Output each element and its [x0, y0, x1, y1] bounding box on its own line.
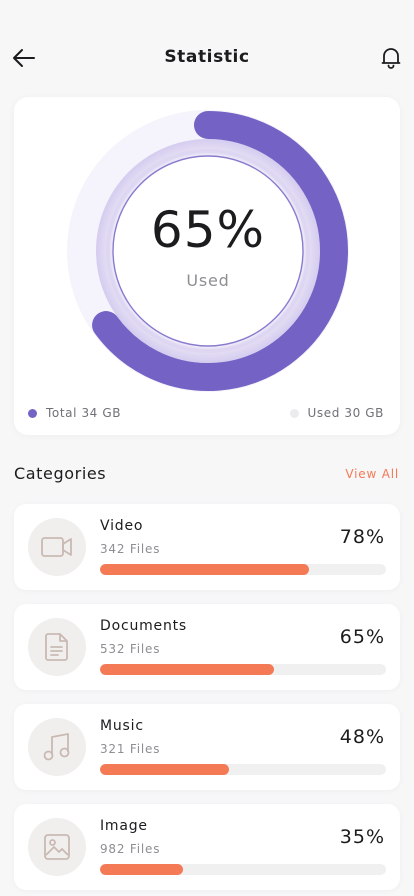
category-file-count: 532 Files: [100, 642, 161, 656]
category-progress-fill: [100, 664, 275, 675]
page-title: Statistic: [164, 47, 250, 67]
category-name: Music: [100, 718, 144, 734]
category-progress-track: [100, 764, 386, 775]
category-progress-track: [100, 864, 386, 875]
notification-button[interactable]: [378, 45, 404, 71]
category-percent: 78%: [339, 526, 385, 548]
category-icon-circle: [28, 818, 86, 876]
document-icon: [45, 633, 68, 661]
category-percent: 35%: [339, 826, 385, 848]
categories-heading: Categories: [14, 464, 107, 483]
music-note-icon: [43, 733, 70, 761]
category-file-count: 342 Files: [100, 542, 161, 556]
category-progress-fill: [100, 864, 183, 875]
category-card-documents[interactable]: Documents 532 Files 65%: [14, 604, 400, 690]
category-percent: 48%: [339, 726, 385, 748]
category-card-video[interactable]: Video 342 Files 78%: [14, 504, 400, 590]
category-name: Documents: [100, 618, 188, 634]
category-percent: 65%: [339, 626, 385, 648]
legend-total-label: Total 34 GB: [46, 406, 122, 420]
used-percent: 65%: [150, 200, 266, 259]
category-progress-fill: [100, 764, 229, 775]
legend-total: Total 34 GB: [28, 406, 121, 420]
view-all-link[interactable]: View All: [345, 467, 399, 481]
donut-center: 65% Used: [64, 107, 352, 395]
legend-used: Used 30 GB: [289, 406, 384, 420]
video-camera-icon: [41, 537, 72, 557]
category-progress-track: [100, 664, 386, 675]
legend-total-dot: [28, 408, 37, 418]
bell-icon: [381, 48, 401, 69]
category-progress-track: [100, 564, 386, 575]
category-file-count: 982 Files: [100, 842, 161, 856]
image-icon: [44, 834, 70, 860]
category-file-count: 321 Files: [100, 742, 161, 756]
legend-used-dot: [289, 408, 299, 418]
category-name: Video: [100, 518, 144, 534]
category-card-music[interactable]: Music 321 Files 48%: [14, 704, 400, 790]
app-header: Statistic: [0, 0, 414, 100]
used-label: Used: [186, 270, 230, 290]
legend-used-label: Used 30 GB: [307, 406, 384, 420]
category-card-image[interactable]: Image 982 Files 35%: [14, 804, 400, 890]
storage-usage-card: 65% Used Total 34 GB Used 30 GB: [14, 97, 400, 435]
category-progress-fill: [100, 564, 309, 575]
category-name: Image: [100, 818, 148, 834]
category-icon-circle: [28, 618, 86, 676]
category-icon-circle: [28, 718, 86, 776]
category-icon-circle: [28, 518, 86, 576]
